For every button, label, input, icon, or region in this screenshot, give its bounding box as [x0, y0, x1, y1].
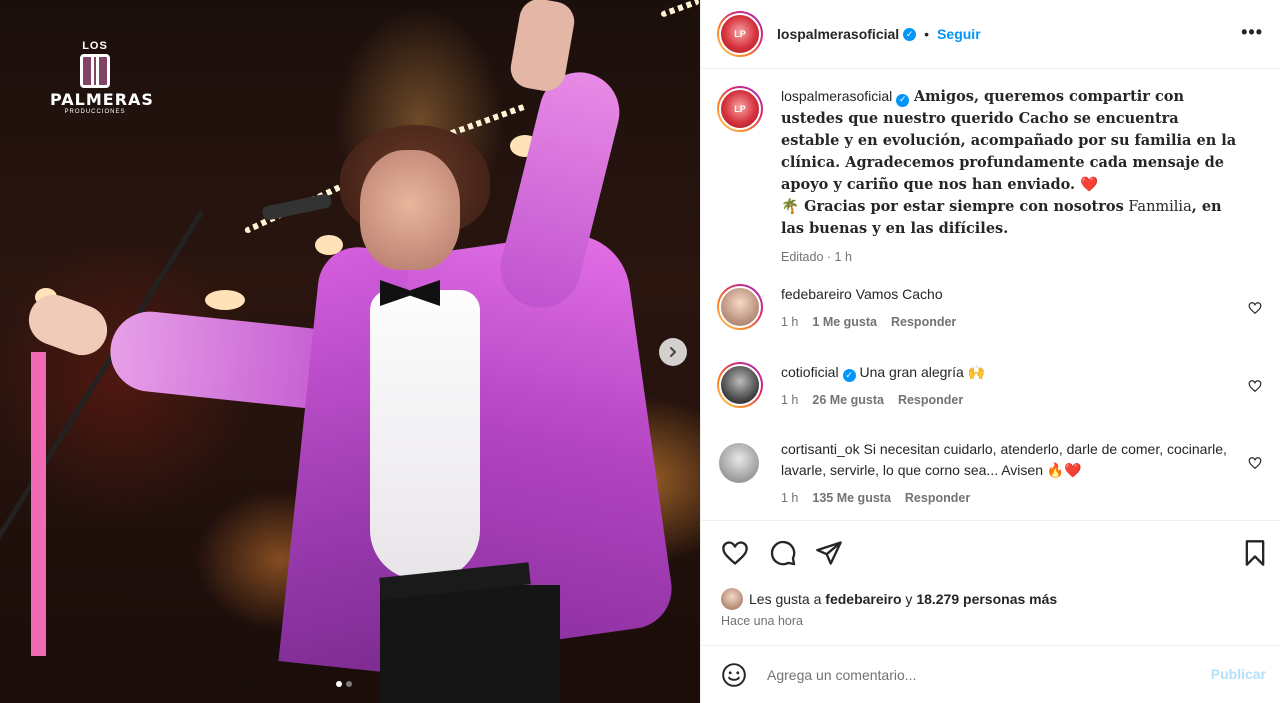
post-media[interactable]: LOS PALMERAS PRODUCCIONES: [0, 0, 700, 703]
microphone: [261, 192, 333, 222]
comment-input[interactable]: [767, 666, 1187, 683]
author-avatar-image: [719, 88, 761, 130]
reply-button[interactable]: Responder: [891, 312, 956, 333]
more-options-icon[interactable]: •••: [1241, 22, 1263, 43]
likes-count[interactable]: 18.279 personas más: [916, 591, 1057, 607]
likes-user[interactable]: fedebareiro: [825, 591, 901, 607]
caption-author-avatar[interactable]: [717, 86, 763, 132]
comment-composer: Publicar: [701, 645, 1280, 703]
send-icon[interactable]: [815, 539, 843, 567]
performer-trousers: [380, 585, 560, 703]
author-avatar[interactable]: [717, 11, 763, 57]
logo-text-los: LOS: [82, 40, 108, 52]
stage-light-string: [660, 0, 700, 18]
comment-likes[interactable]: 26 Me gusta: [812, 390, 884, 411]
verified-badge-icon: ✓: [896, 94, 910, 107]
carousel-dot-active: [336, 681, 342, 687]
reply-button[interactable]: Responder: [898, 390, 963, 411]
post-sidebar: lospalmerasoficial ✓ • Seguir ••• lospal…: [700, 0, 1280, 703]
comment-avatar[interactable]: [719, 443, 759, 483]
header-separator: •: [924, 26, 930, 42]
like-comment-heart-icon[interactable]: [1248, 379, 1262, 393]
likes-prefix: Les gusta a: [749, 591, 822, 607]
verified-badge-icon: ✓: [842, 369, 856, 382]
comment-time: 1 h: [781, 491, 799, 505]
emoji-icon[interactable]: [721, 662, 747, 688]
logo-text-producciones: PRODUCCIONES: [64, 109, 126, 115]
comment-avatar[interactable]: [717, 284, 763, 330]
comment-likes[interactable]: 1 Me gusta: [812, 312, 877, 333]
comment-time: 1 h: [781, 315, 799, 329]
author-username[interactable]: lospalmerasoficial: [777, 26, 899, 42]
comment-username[interactable]: fedebareiro: [781, 286, 852, 302]
los-palmeras-logo: LOS PALMERAS PRODUCCIONES: [50, 40, 154, 130]
heart-icon[interactable]: [721, 539, 749, 567]
post-timestamp: Hace una hora: [721, 614, 804, 628]
comment-username[interactable]: cotioficial: [781, 364, 839, 380]
carousel-next-button[interactable]: [659, 338, 687, 366]
caption-username[interactable]: lospalmerasoficial: [781, 88, 892, 104]
edited-label: Editado: [781, 250, 824, 264]
logo-palm-mark-icon: [80, 54, 110, 88]
caption-text-fanmilia: Fanmilia: [1128, 199, 1192, 215]
meta-dot: ·: [826, 250, 832, 264]
comment-username[interactable]: cortisanti_ok: [781, 441, 860, 457]
like-comment-heart-icon[interactable]: [1248, 301, 1262, 315]
performer-head: [360, 150, 460, 270]
comment-item: fedebareiro Vamos Cacho 1 h 1 Me gusta R…: [717, 284, 1267, 333]
comment-icon[interactable]: [769, 539, 797, 567]
caption-text-2: 🌴 Gracias por estar siempre con nosotros: [781, 198, 1124, 215]
comment-item: cortisanti_ok Si necesitan cuidarlo, ate…: [717, 439, 1267, 509]
comment-text: Vamos Cacho: [855, 286, 943, 302]
comment-item: cotioficial ✓ Una gran alegría 🙌 1 h 26 M…: [717, 362, 1267, 411]
comment-avatar[interactable]: [717, 362, 763, 408]
reply-button[interactable]: Responder: [905, 488, 970, 509]
bookmark-icon[interactable]: [1241, 539, 1269, 567]
comments-scroll-area[interactable]: lospalmerasoficial✓ Amigos, queremos com…: [701, 70, 1280, 520]
carousel-indicator: [336, 681, 352, 687]
performer-shirt: [370, 290, 480, 580]
likes-summary: Les gusta a fedebareiro y 18.279 persona…: [721, 588, 1057, 610]
verified-badge-icon: ✓: [903, 27, 917, 41]
post-caption: lospalmerasoficial✓ Amigos, queremos com…: [717, 86, 1262, 268]
like-comment-heart-icon[interactable]: [1248, 456, 1262, 470]
comment-avatar-image: [719, 364, 761, 406]
follow-button[interactable]: Seguir: [937, 26, 981, 42]
liker-avatar[interactable]: [721, 588, 743, 610]
likes-middle: y: [905, 591, 913, 607]
pink-accent-bar: [31, 352, 46, 656]
author-avatar-image: [719, 13, 761, 55]
comment-likes[interactable]: 135 Me gusta: [812, 488, 891, 509]
post-actions: Les gusta a fedebareiro y 18.279 persona…: [701, 520, 1280, 645]
comment-text: Una gran alegría 🙌: [859, 364, 986, 380]
caption-meta: Editado · 1 h: [781, 247, 1241, 268]
post-header: lospalmerasoficial ✓ • Seguir •••: [701, 0, 1280, 69]
comment-time: 1 h: [781, 393, 799, 407]
chevron-right-icon: [670, 347, 677, 357]
logo-text-palmeras: PALMERAS: [50, 90, 154, 109]
stage-light: [205, 290, 245, 310]
carousel-dot: [346, 681, 352, 687]
caption-time: 1 h: [834, 250, 852, 264]
comment-avatar-image: [719, 286, 761, 328]
publish-button[interactable]: Publicar: [1211, 666, 1266, 682]
